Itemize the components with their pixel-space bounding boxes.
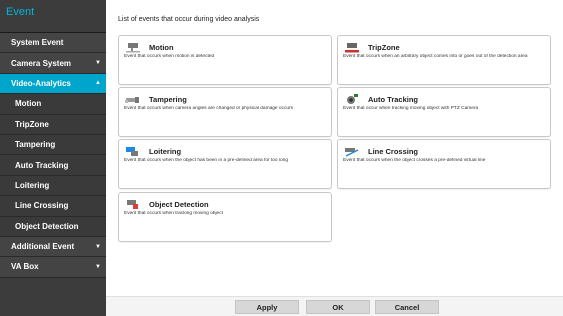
card-title: Line Crossing bbox=[368, 147, 419, 156]
event-card-object-detection[interactable]: Object Detection Event that occurs when … bbox=[118, 192, 332, 242]
sidebar-item-line-crossing[interactable]: Line Crossing bbox=[0, 196, 106, 217]
card-description: Event that occurs when camera angles are… bbox=[124, 106, 294, 111]
sidebar-item-label: System Event bbox=[11, 38, 64, 48]
card-title: Motion bbox=[149, 43, 174, 52]
sidebar-item-tampering[interactable]: Tampering bbox=[0, 134, 106, 156]
button-bar: Apply OK Cancel bbox=[106, 296, 563, 316]
tripzone-camera-icon bbox=[344, 42, 360, 53]
sidebar-item-loitering[interactable]: Loitering bbox=[0, 175, 106, 197]
sidebar-item-label: Tampering bbox=[15, 140, 56, 150]
card-description: Event that occurs when motion is detecte… bbox=[124, 54, 215, 59]
chevron-down-icon: ▼ bbox=[95, 243, 101, 250]
motion-camera-icon bbox=[125, 42, 141, 53]
sidebar-item-system-event[interactable]: System Event bbox=[0, 33, 106, 54]
loitering-icon bbox=[125, 146, 141, 157]
sidebar-item-va-box[interactable]: VA Box ▼ bbox=[0, 257, 106, 278]
event-card-tripzone[interactable]: TripZone Event that occurs when an arbit… bbox=[337, 35, 551, 85]
card-description: Event that occurs when the object has be… bbox=[124, 158, 289, 163]
sidebar-header: Event bbox=[0, 0, 106, 33]
event-card-tampering[interactable]: Tampering Event that occurs when camera … bbox=[118, 87, 332, 137]
sidebar-item-label: Video-Analytics bbox=[11, 78, 71, 88]
sidebar-item-auto-tracking[interactable]: Auto Tracking bbox=[0, 155, 106, 176]
chevron-down-icon: ▼ bbox=[95, 60, 101, 67]
apply-button[interactable]: Apply bbox=[235, 300, 299, 314]
sidebar-item-label: Auto Tracking bbox=[15, 160, 69, 170]
card-description: Event that occurs when tracking moving o… bbox=[124, 211, 223, 216]
chevron-up-icon: ▲ bbox=[95, 80, 101, 87]
main-panel: List of events that occur during video a… bbox=[106, 0, 563, 316]
sidebar-item-label: Line Crossing bbox=[15, 201, 69, 211]
sidebar-item-additional-event[interactable]: Additional Event ▼ bbox=[0, 236, 106, 258]
card-description: Event that occurs when the object crosse… bbox=[343, 158, 486, 163]
ok-button[interactable]: OK bbox=[306, 300, 370, 314]
event-card-motion[interactable]: Motion Event that occurs when motion is … bbox=[118, 35, 332, 85]
card-title: Tampering bbox=[149, 95, 187, 104]
sidebar-item-label: TripZone bbox=[15, 119, 49, 129]
card-description: Event that occur when tracking moving ob… bbox=[343, 106, 479, 111]
sidebar-item-label: VA Box bbox=[11, 262, 39, 272]
card-title: Auto Tracking bbox=[368, 95, 419, 104]
sidebar-item-label: Motion bbox=[15, 99, 42, 109]
sidebar: Event System Event Camera System ▼ Video… bbox=[0, 0, 106, 316]
page-title: List of events that occur during video a… bbox=[118, 16, 260, 23]
event-card-line-crossing[interactable]: Line Crossing Event that occurs when the… bbox=[337, 139, 551, 189]
auto-tracking-icon bbox=[344, 94, 360, 105]
card-title: Object Detection bbox=[149, 200, 209, 209]
sidebar-item-label: Loitering bbox=[15, 180, 50, 190]
sidebar-item-camera-system[interactable]: Camera System ▼ bbox=[0, 53, 106, 74]
event-card-loitering[interactable]: Loitering Event that occurs when the obj… bbox=[118, 139, 332, 189]
tampering-camera-icon bbox=[125, 94, 141, 105]
sidebar-item-label: Object Detection bbox=[15, 221, 79, 231]
line-crossing-icon bbox=[344, 146, 360, 157]
sidebar-item-motion[interactable]: Motion bbox=[0, 94, 106, 115]
card-description: Event that occurs when an arbitrary obje… bbox=[343, 54, 528, 59]
cancel-button[interactable]: Cancel bbox=[375, 300, 439, 314]
card-title: TripZone bbox=[368, 43, 400, 52]
card-title: Loitering bbox=[149, 147, 182, 156]
sidebar-item-label: Camera System bbox=[11, 58, 72, 68]
sidebar-item-tripzone[interactable]: TripZone bbox=[0, 114, 106, 135]
sidebar-item-object-detection[interactable]: Object Detection bbox=[0, 216, 106, 237]
chevron-down-icon: ▼ bbox=[95, 263, 101, 270]
object-detection-icon bbox=[125, 199, 141, 210]
sidebar-item-label: Additional Event bbox=[11, 242, 75, 252]
event-card-auto-tracking[interactable]: Auto Tracking Event that occur when trac… bbox=[337, 87, 551, 137]
sidebar-item-video-analytics[interactable]: Video-Analytics ▲ bbox=[0, 73, 106, 95]
